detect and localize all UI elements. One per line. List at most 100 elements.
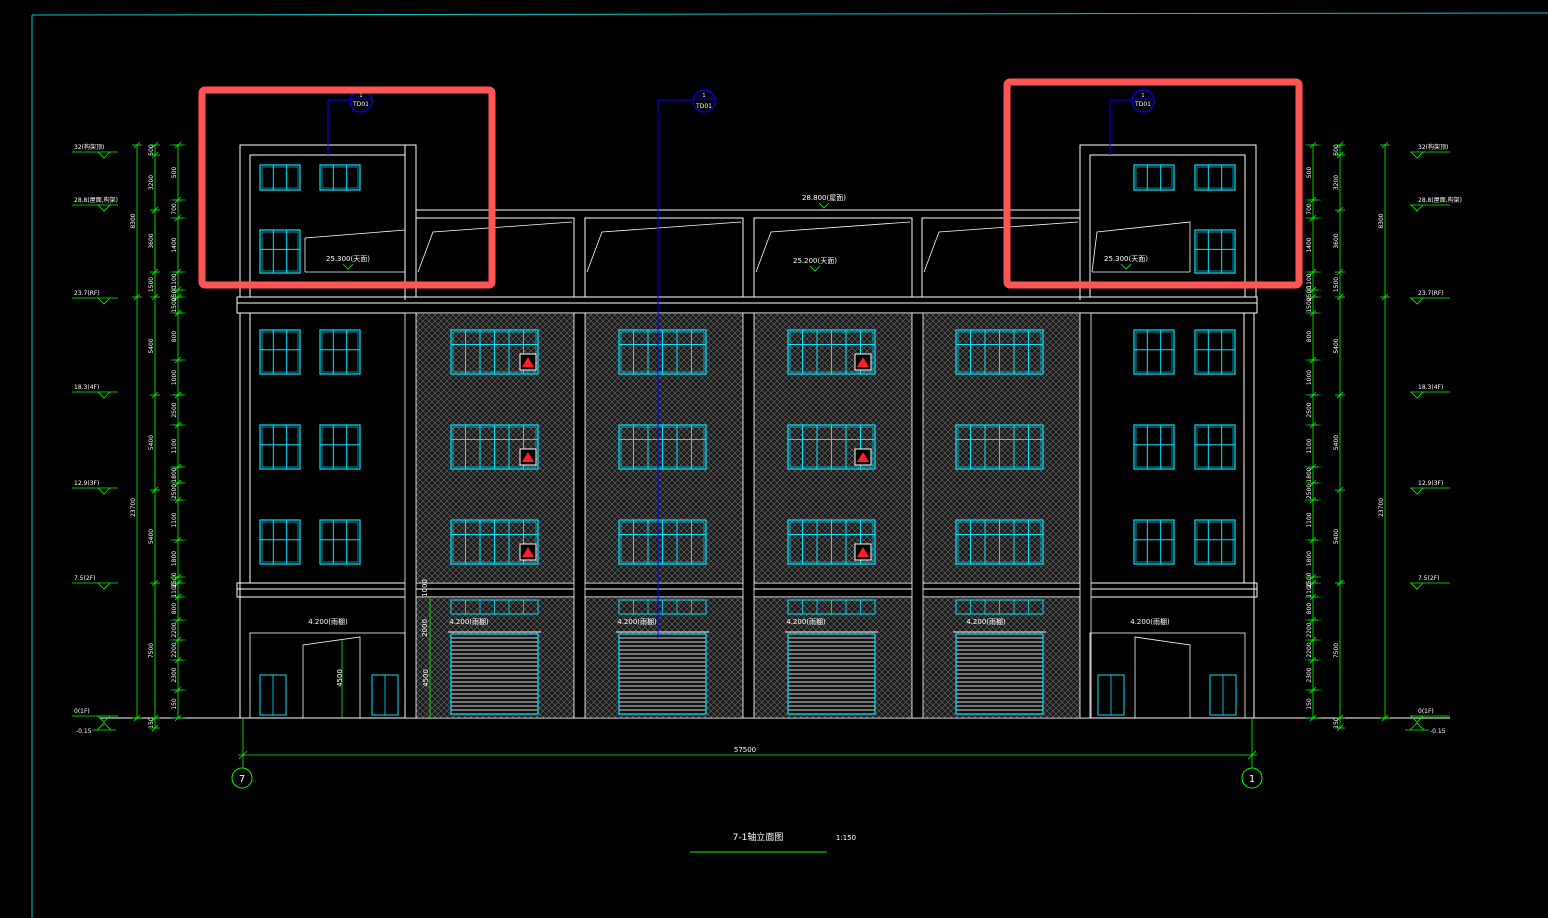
dimension-label: 5400: [148, 338, 155, 353]
level-label: 28.8(屋面,构架): [74, 196, 118, 204]
svg-text:TD01: TD01: [1134, 101, 1151, 108]
canopy-label-left: 25.300(天面): [326, 255, 370, 263]
window: [1194, 329, 1236, 375]
dimension-label: 7500: [148, 643, 155, 658]
level-label: 0(1F): [1418, 708, 1434, 715]
dimension-label: 2200: [1306, 622, 1313, 637]
level-marker-right: 32(构架顶): [1410, 143, 1450, 159]
drawing-title-block: 7-1轴立面图 1:150: [690, 831, 856, 853]
hatched-panel: [921, 312, 1081, 584]
level-marker-left: 28.8(屋面,构架): [72, 196, 118, 212]
canopy-level-markers: [342, 202, 1132, 272]
level-marker-left: 23.7(RF): [72, 290, 118, 305]
window: [1133, 424, 1175, 470]
dimension-label: 1400: [1306, 237, 1313, 252]
window: [1194, 164, 1236, 191]
dimension-label: 1800: [171, 551, 178, 566]
drawing-scale: 1:150: [836, 834, 856, 842]
dimension-label: 5400: [148, 529, 155, 544]
door-height-small2: 2000: [421, 619, 429, 637]
level-marker-right: 23.7(RF): [1410, 290, 1450, 305]
dimension-label: 2300: [1306, 667, 1313, 682]
window: [1194, 424, 1236, 470]
dimension-label: 5400: [1333, 529, 1340, 544]
level-label: 18.3(4F): [1418, 384, 1443, 391]
level-label: 12.9(3F): [1418, 480, 1443, 487]
window: [259, 329, 301, 375]
window: [319, 519, 361, 565]
svg-text:7: 7: [239, 774, 245, 785]
overall-width-label: 57500: [734, 746, 756, 754]
pilaster: [573, 312, 586, 719]
dimension-label: 700: [1306, 203, 1313, 215]
dimension-label: 1100: [1306, 512, 1313, 527]
cad-drawing-canvas[interactable]: 28.800(屋面) 25.300(天面) 25.200(天面) 25.300(…: [0, 0, 1548, 918]
dimension-label: 800: [171, 331, 178, 343]
warning-icon: [854, 353, 872, 371]
dimension-label: 150: [1333, 717, 1340, 729]
opening-label: 4.200(雨棚): [449, 617, 489, 626]
window: [259, 674, 287, 716]
opening-label: 4.200(雨棚): [786, 617, 826, 626]
dimension-label: 2500: [171, 484, 178, 499]
warning-icon: [519, 448, 537, 466]
dimension-label: 150: [171, 698, 178, 710]
dimension-label: 1800: [1306, 551, 1313, 566]
dimension-label: 500: [1306, 167, 1313, 179]
dimension-label: 3200: [1333, 175, 1340, 190]
pilaster: [911, 312, 924, 719]
overall-dimension: [238, 718, 1257, 768]
window: [319, 164, 361, 191]
canopy-label-right: 25.300(天面): [1104, 255, 1148, 263]
roller-shutter: [448, 631, 541, 715]
highlight-box-right: [1003, 78, 1303, 289]
svg-text:TD01: TD01: [695, 103, 712, 110]
level-marker-left: 12.9(3F): [72, 480, 118, 495]
dimension-label: 500: [1333, 144, 1340, 156]
axis-bubbles: 7 1: [231, 767, 1263, 789]
dimension-label: 2200: [171, 642, 178, 657]
dimension-label: 1100: [171, 582, 178, 597]
level-below-left: -0.15: [76, 728, 92, 735]
dimension-label: 8300: [130, 213, 137, 228]
dimension-label: 1100: [1306, 582, 1313, 597]
dimension-label: 1000: [1306, 370, 1313, 385]
dimension-label: 800: [1306, 331, 1313, 343]
window: [371, 674, 399, 716]
dimension-label: 1000: [171, 370, 178, 385]
hatched-panel: [753, 312, 913, 584]
dimension-label: 1500: [148, 277, 155, 292]
dimension-label: 1100: [1306, 438, 1313, 453]
warning-icon: [519, 543, 537, 561]
level-marker-right: 12.9(3F): [1410, 480, 1450, 495]
level-below-right: -0.15: [1430, 728, 1446, 735]
dimension-label: 150: [1306, 698, 1313, 710]
level-label: 18.3(4F): [74, 384, 99, 391]
level-marker-right: 7.5(2F): [1410, 575, 1450, 590]
svg-text:1: 1: [1249, 774, 1255, 785]
dimension-label: 1800: [1306, 467, 1313, 482]
drawing-title: 7-1轴立面图: [733, 831, 784, 843]
level-label: 12.9(3F): [74, 480, 99, 487]
door-height-left: 4500: [336, 669, 344, 687]
level-marker-left: 32(构架顶): [72, 143, 118, 159]
window: [259, 519, 301, 565]
window: [259, 229, 301, 274]
level-marker-below: [1409, 722, 1425, 731]
level-marker-right: 28.8(屋面,构架): [1410, 196, 1462, 212]
window: [1133, 329, 1175, 375]
dimension-label: 7500: [1333, 643, 1340, 658]
dimension-label: 5400: [1333, 435, 1340, 450]
svg-text:1: 1: [1141, 93, 1144, 99]
dimension-label: 1500: [1333, 277, 1340, 292]
level-label: 0(1F): [74, 708, 90, 715]
canopy-labels: 28.800(屋面) 25.300(天面) 25.200(天面) 25.300(…: [326, 194, 1148, 265]
dimension-label: 1400: [171, 237, 178, 252]
dimension-label: 2200: [1306, 642, 1313, 657]
level-label: 23.7(RF): [1418, 290, 1444, 297]
level-marker-left: 18.3(4F): [72, 384, 118, 399]
warning-icon: [519, 353, 537, 371]
level-marker-below: [96, 722, 112, 731]
dimension-label: 1100: [171, 438, 178, 453]
svg-text:1: 1: [359, 93, 362, 99]
